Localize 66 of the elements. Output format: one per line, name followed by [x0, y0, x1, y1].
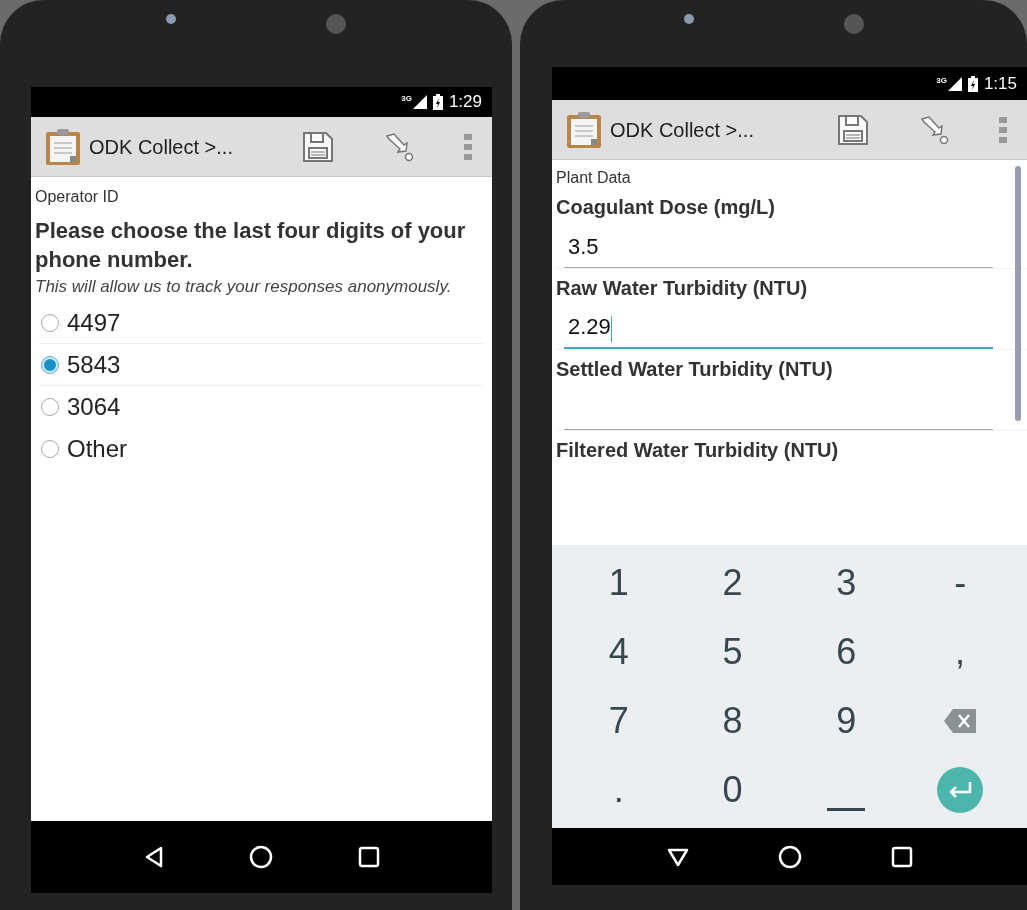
keyboard-key[interactable]: 8 — [675, 686, 790, 756]
app-title: ODK Collect >... — [89, 134, 233, 160]
square-icon — [890, 845, 913, 868]
hint-text: This will allow us to track your responses anonymously. — [35, 276, 453, 299]
radio-option[interactable]: 4497 — [39, 302, 484, 345]
question-label: Filtered Water Turbidity (NTU) — [556, 438, 840, 463]
radio-option[interactable]: 5843 — [39, 344, 484, 387]
back-icon — [666, 846, 689, 867]
keyboard-key[interactable]: 4 — [562, 617, 676, 687]
pointer-arrow-icon — [919, 114, 949, 145]
home-icon — [777, 844, 802, 869]
number-input-field[interactable]: 2.29 — [564, 307, 993, 349]
speaker-grille-icon — [843, 14, 864, 34]
keyboard-key[interactable]: - — [903, 549, 1017, 618]
keyboard-key[interactable]: 6 — [789, 617, 904, 687]
clock-time: 1:29 — [448, 91, 482, 114]
square-icon — [357, 846, 380, 868]
clipboard-icon — [45, 127, 81, 166]
save-icon — [837, 113, 869, 146]
question-label: Raw Water Turbidity (NTU) — [556, 276, 809, 301]
keyboard-key[interactable]: 1 — [562, 549, 676, 618]
save-icon — [302, 130, 334, 163]
menu-icon — [999, 116, 1007, 143]
keyboard-key[interactable]: 9 — [789, 686, 904, 756]
keyboard-key[interactable]: . — [562, 755, 676, 824]
network-type: 3G — [401, 95, 412, 103]
pointer-arrow-icon — [384, 131, 414, 162]
radio-option[interactable]: 3064 — [39, 386, 484, 429]
save-button[interactable] — [837, 113, 869, 146]
front-camera-icon — [683, 14, 694, 24]
radio-button[interactable] — [41, 313, 59, 332]
radio-button[interactable] — [41, 398, 59, 417]
signal-icon — [412, 95, 427, 109]
radio-button[interactable] — [41, 355, 59, 374]
radio-option[interactable]: Other — [39, 428, 484, 471]
keyboard-key[interactable]: 0 — [675, 755, 790, 824]
battery-icon — [967, 75, 978, 92]
keyboard-key[interactable]: 7 — [562, 686, 676, 756]
space-bar-icon — [827, 807, 866, 812]
keyboard-key[interactable]: , — [903, 617, 1017, 687]
clipboard-icon — [566, 110, 602, 149]
network-type: 3G — [936, 76, 947, 85]
menu-icon — [464, 133, 472, 160]
keyboard-key[interactable]: 2 — [675, 549, 790, 618]
keyboard-key[interactable]: 3 — [789, 549, 904, 618]
question-label: Coagulant Dose (mg/L) — [556, 195, 776, 220]
battery-icon — [432, 94, 443, 110]
group-label: Plant Data — [556, 168, 632, 188]
back-icon — [143, 846, 164, 868]
enter-icon — [937, 766, 984, 813]
speaker-grille-icon — [326, 14, 346, 34]
backspace-icon — [944, 708, 977, 733]
question-label: Settled Water Turbidity (NTU) — [556, 357, 834, 382]
number-input-field[interactable]: 3.5 — [564, 226, 993, 268]
front-camera-icon — [166, 14, 176, 24]
question-text: Please choose the last four digits of your phone number. — [35, 217, 467, 274]
group-label: Operator ID — [35, 187, 120, 207]
clock-time: 1:15 — [983, 72, 1017, 95]
jump-button[interactable] — [919, 114, 949, 145]
app-title: ODK Collect >... — [610, 117, 754, 143]
save-button[interactable] — [302, 130, 334, 163]
signal-icon — [947, 76, 962, 91]
jump-button[interactable] — [384, 131, 414, 162]
radio-button[interactable] — [41, 440, 59, 459]
keyboard-key[interactable]: 5 — [675, 617, 790, 687]
home-icon — [248, 845, 273, 869]
